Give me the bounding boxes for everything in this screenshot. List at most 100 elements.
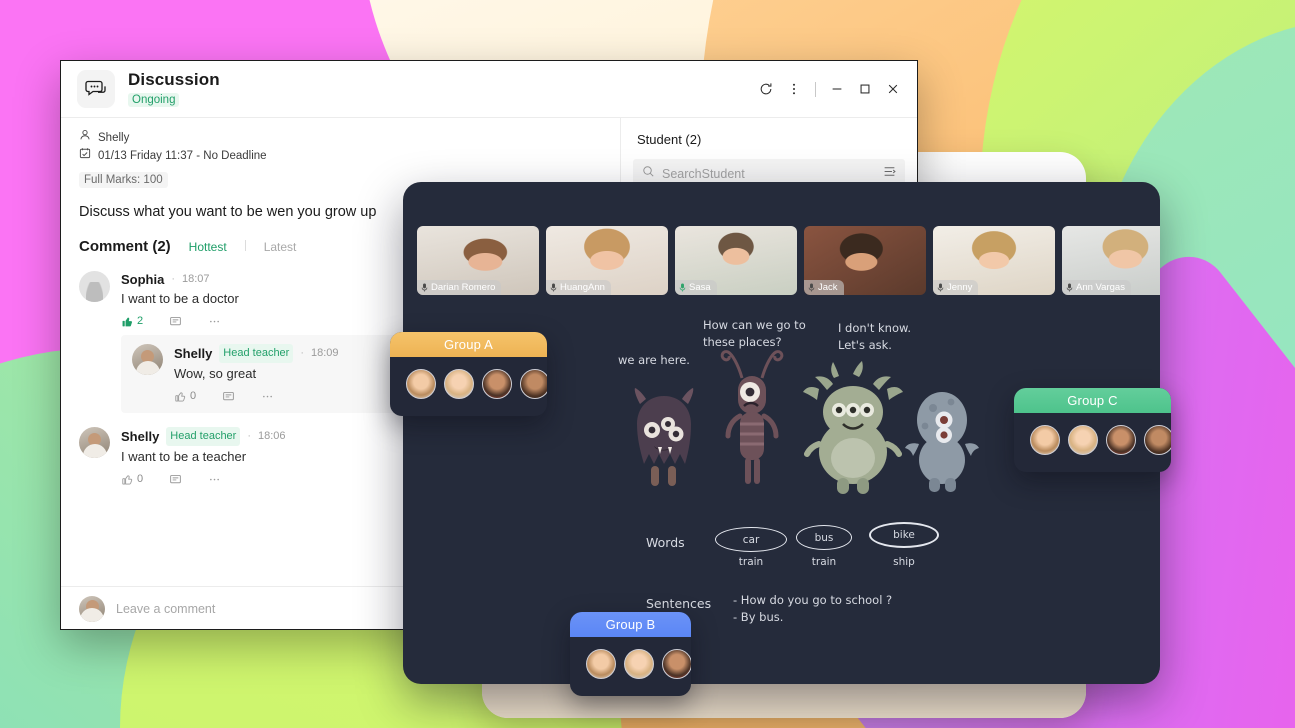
- word-oval-car[interactable]: car: [715, 527, 787, 552]
- group-member-avatar[interactable]: [444, 369, 474, 399]
- avatar: [132, 344, 163, 375]
- participant-name: Ann Vargas: [1076, 282, 1125, 293]
- status-badge: Ongoing: [128, 93, 180, 107]
- comment-input[interactable]: Leave a comment: [116, 602, 215, 616]
- video-tile[interactable]: Jack: [804, 226, 926, 295]
- participant-name: Jenny: [947, 282, 973, 293]
- video-tile[interactable]: Jenny: [933, 226, 1055, 295]
- ellipsis-icon: [210, 478, 220, 480]
- comment-author: Shelly: [174, 346, 213, 361]
- maximize-icon[interactable]: [851, 75, 879, 103]
- mic-muted-icon: [550, 283, 557, 292]
- comment-count: Comment (2): [79, 238, 171, 255]
- more-options-button[interactable]: [208, 473, 221, 486]
- mic-muted-icon: [421, 283, 428, 292]
- window-controls: [752, 75, 907, 103]
- group-card-c[interactable]: Group C: [1014, 388, 1171, 472]
- participant-name: Darian Romero: [431, 282, 496, 293]
- group-member-avatar[interactable]: [482, 369, 512, 399]
- like-count: 2: [137, 315, 144, 327]
- word-oval-bike[interactable]: bike: [869, 522, 939, 548]
- refresh-icon[interactable]: [752, 75, 780, 103]
- group-member-avatar[interactable]: [624, 649, 654, 679]
- participant-name-chip: Sasa: [675, 280, 717, 295]
- comment-time: 18:06: [258, 430, 286, 442]
- group-member-avatar[interactable]: [1144, 425, 1171, 455]
- student-panel-heading: Student (2): [637, 132, 702, 147]
- more-options-button[interactable]: [208, 315, 221, 328]
- word-sub-bike: ship: [893, 556, 915, 568]
- board-dialogue-qa: - How do you go to school ? - By bus.: [733, 593, 893, 624]
- reply-button[interactable]: [169, 473, 182, 486]
- discussion-bubble-icon: [77, 70, 115, 108]
- control-divider: [815, 81, 816, 97]
- group-card-a[interactable]: Group A: [390, 332, 547, 416]
- group-member-avatar[interactable]: [1106, 425, 1136, 455]
- separator-dot: ·: [300, 347, 305, 359]
- group-avatars: [570, 637, 691, 693]
- like-button[interactable]: 2: [121, 315, 143, 328]
- board-label-words: Words: [646, 535, 685, 550]
- group-card-b[interactable]: Group B: [570, 612, 691, 696]
- thumbs-up-filled-icon: [122, 317, 133, 326]
- author-row: Shelly: [79, 129, 602, 147]
- calendar-icon: [79, 147, 91, 165]
- minimize-icon[interactable]: [823, 75, 851, 103]
- comment-time: 18:07: [182, 273, 210, 285]
- monster-green-furry: [803, 361, 903, 494]
- more-vertical-icon[interactable]: [780, 75, 808, 103]
- board-label-sentences: Sentences: [646, 596, 712, 611]
- group-member-avatar[interactable]: [406, 369, 436, 399]
- video-tile[interactable]: Ann Vargas: [1062, 226, 1160, 295]
- ellipsis-icon: [263, 395, 273, 397]
- sort-divider: [244, 240, 246, 251]
- author-name: Shelly: [98, 132, 130, 144]
- board-note-we-are-here: we are here.: [618, 353, 690, 367]
- like-button[interactable]: 0: [174, 390, 196, 403]
- group-member-avatar[interactable]: [586, 649, 616, 679]
- group-member-avatar[interactable]: [1030, 425, 1060, 455]
- participant-name-chip: HuangAnn: [546, 280, 611, 295]
- group-member-avatar[interactable]: [662, 649, 691, 679]
- participant-name-chip: Ann Vargas: [1062, 280, 1131, 295]
- monster-pink-antenna: [720, 350, 784, 484]
- thumbs-up-outline-icon: [175, 391, 186, 401]
- mic-active-icon: [679, 283, 686, 292]
- group-avatars: [390, 357, 547, 413]
- search-input[interactable]: SearchStudent: [662, 167, 876, 181]
- comment-author: Sophia: [121, 272, 165, 287]
- participant-name: Sasa: [689, 282, 711, 293]
- monster-gray-cyclops: [905, 392, 979, 492]
- video-tile[interactable]: Darian Romero: [417, 226, 539, 295]
- filter-list-icon[interactable]: [883, 165, 896, 183]
- group-title: Group C: [1014, 388, 1171, 413]
- video-tile[interactable]: Sasa: [675, 226, 797, 295]
- reply-button[interactable]: [222, 390, 235, 403]
- assignment-meta: Shelly 01/13 Friday 11:37 - No Deadline …: [61, 118, 620, 188]
- close-icon[interactable]: [879, 75, 907, 103]
- avatar: [79, 271, 110, 302]
- group-member-avatar[interactable]: [520, 369, 547, 399]
- video-tile[interactable]: HuangAnn: [546, 226, 668, 295]
- separator-dot: ·: [247, 430, 252, 442]
- participant-name-chip: Jenny: [933, 280, 979, 295]
- comment-icon: [170, 474, 181, 483]
- reply-button[interactable]: [169, 315, 182, 328]
- avatar: [79, 427, 110, 458]
- like-button[interactable]: 0: [121, 473, 143, 486]
- comment-icon: [223, 391, 234, 400]
- sort-tab-hottest[interactable]: Hottest: [189, 240, 227, 254]
- sort-tab-latest[interactable]: Latest: [264, 240, 297, 254]
- separator-dot: ·: [171, 273, 176, 285]
- full-marks-badge: Full Marks: 100: [79, 172, 168, 188]
- participant-video-strip: Darian Romero HuangAnn Sasa Jack Jenny A…: [403, 226, 1160, 295]
- thumbs-up-outline-icon: [122, 474, 133, 484]
- monster-purple-horned: [634, 388, 694, 486]
- person-icon: [79, 129, 91, 147]
- participant-name-chip: Darian Romero: [417, 280, 502, 295]
- mic-muted-icon: [808, 283, 815, 292]
- page-title: Discussion: [128, 70, 220, 89]
- group-member-avatar[interactable]: [1068, 425, 1098, 455]
- word-oval-bus[interactable]: bus: [796, 525, 852, 550]
- more-options-button[interactable]: [261, 390, 274, 403]
